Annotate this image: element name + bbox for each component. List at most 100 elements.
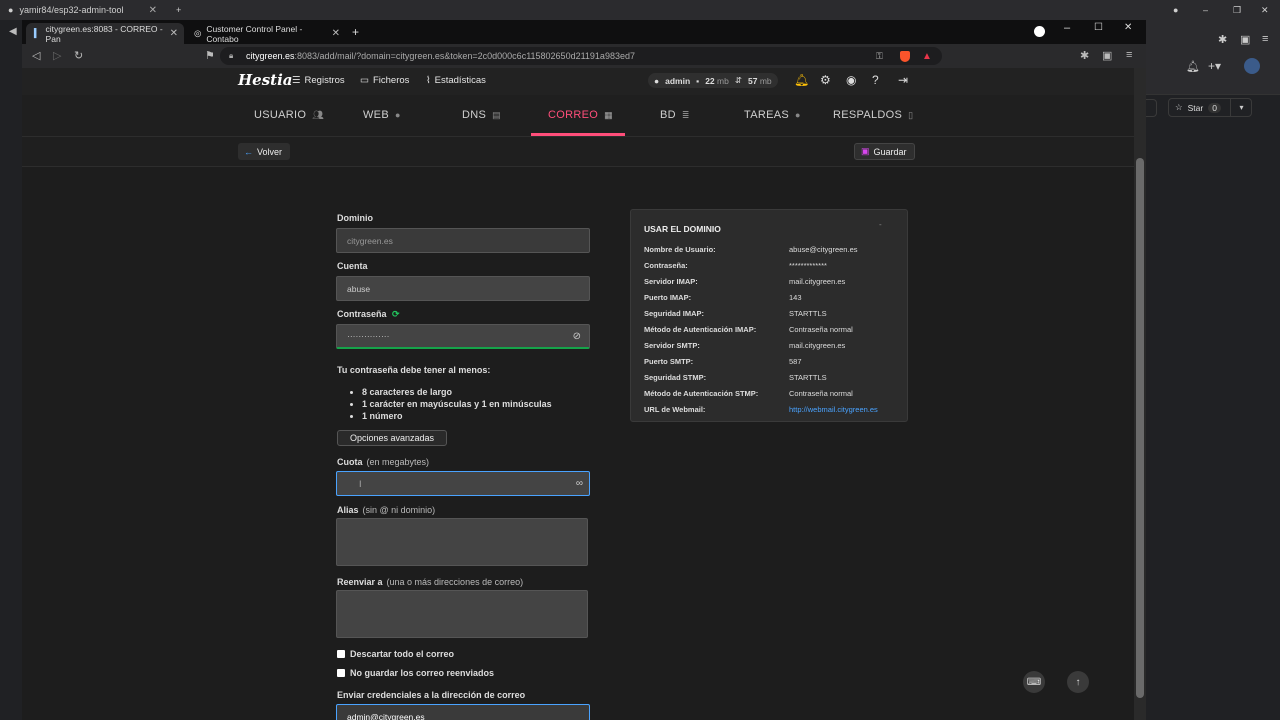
- extensions-icon[interactable]: ✱: [1218, 33, 1227, 46]
- tab-bd[interactable]: BD ≣: [660, 109, 690, 121]
- info-key: Método de Autenticación STMP:: [644, 389, 759, 398]
- folder-icon: ▭: [360, 75, 369, 86]
- info-value: Contraseña normal: [789, 325, 853, 334]
- menu-icon[interactable]: ≡: [1262, 33, 1268, 45]
- avatar[interactable]: [1244, 58, 1260, 74]
- outer-toolbar: ✱ ▣ ≡ 🔔︎ +▾: [1146, 20, 1280, 95]
- account-field[interactable]: abuse: [336, 276, 590, 301]
- tab-web[interactable]: WEB ●: [363, 109, 401, 121]
- lock-icon: 🔒︎: [229, 51, 234, 60]
- outer-tab-github[interactable]: ● yamir84/esp32-admin-tool ✕: [0, 0, 165, 20]
- info-key: Puerto IMAP:: [644, 293, 692, 302]
- quota-field[interactable]: I ∞: [336, 471, 590, 496]
- star-dropdown-button[interactable]: ▾: [1230, 98, 1252, 117]
- password-requirements-list: 8 caracteres de largo 1 carácter en mayú…: [362, 386, 552, 422]
- url-host: citygreen.es: [246, 51, 295, 61]
- back-button[interactable]: ← Volver: [238, 143, 290, 160]
- webmail-link[interactable]: http://webmail.citygreen.es: [789, 405, 878, 414]
- info-key: Método de Autenticación IMAP:: [644, 325, 757, 334]
- extensions-icon[interactable]: ✱: [1080, 49, 1089, 62]
- password-field[interactable]: ··············· ⊘: [336, 324, 590, 349]
- logout-icon[interactable]: ⇥: [898, 73, 908, 87]
- wallet-icon[interactable]: ▣: [1102, 49, 1112, 62]
- tab-correo[interactable]: ▍ citygreen.es:8083 - CORREO - Pan ✕: [26, 23, 184, 44]
- save-icon: ▣: [861, 146, 870, 156]
- mail-bulk-icon: ▦: [604, 109, 613, 120]
- requirement-item: 1 carácter en mayúsculas y 1 en minúscul…: [362, 398, 552, 410]
- forward-textarea[interactable]: [336, 590, 588, 638]
- scroll-top-button[interactable]: ↑: [1067, 671, 1089, 693]
- info-value: abuse@citygreen.es: [789, 245, 858, 254]
- nav-estadisticas[interactable]: ⌇ Estadísticas: [426, 75, 486, 86]
- unlimited-icon[interactable]: ∞: [576, 478, 583, 489]
- bandwidth-icon: ⇵: [734, 75, 742, 85]
- record-icon[interactable]: ●: [1165, 0, 1185, 20]
- back-icon[interactable]: ◁: [32, 49, 40, 62]
- brave-shield-icon[interactable]: [900, 50, 910, 62]
- tab-respaldos[interactable]: RESPALDOS ▯: [833, 109, 913, 121]
- bookmark-icon[interactable]: ⚑: [205, 49, 215, 62]
- reload-icon[interactable]: ↻: [74, 49, 83, 62]
- url-path: :8083/add/mail/?domain=citygreen.es&toke…: [294, 51, 635, 61]
- scrollbar-thumb[interactable]: [1136, 158, 1144, 698]
- close-icon[interactable]: ✕: [332, 28, 340, 39]
- close-window-button[interactable]: ✕: [1253, 0, 1273, 20]
- alias-label: Alias (sin @ ni dominio): [337, 505, 436, 515]
- gear-icon[interactable]: ⚙: [820, 73, 831, 87]
- key-icon[interactable]: ⚿: [876, 51, 883, 62]
- top-navbar: Hestia ☰ Registros ▭ Ficheros ⌇ Estadística…: [22, 68, 1134, 95]
- account-label: Cuenta: [337, 261, 368, 271]
- advanced-options-button[interactable]: Opciones avanzadas: [337, 430, 447, 446]
- minimize-button[interactable]: –: [1064, 22, 1070, 34]
- warning-icon[interactable]: ▲: [922, 51, 932, 62]
- help-icon[interactable]: ?: [872, 73, 879, 87]
- save-button[interactable]: ▣ Guardar: [854, 143, 915, 160]
- tab-dns[interactable]: DNS ▤: [462, 109, 501, 121]
- bell-icon[interactable]: 🔔︎: [794, 73, 809, 87]
- nav-registros[interactable]: ☰ Registros: [292, 75, 345, 86]
- eye-slash-icon[interactable]: ⊘: [573, 331, 581, 342]
- maximize-button[interactable]: ☐: [1094, 22, 1103, 33]
- record-icon[interactable]: [1034, 26, 1045, 37]
- info-value: mail.citygreen.es: [789, 277, 846, 286]
- info-key: Seguridad STMP:: [644, 373, 707, 382]
- plus-icon[interactable]: +▾: [1208, 59, 1221, 73]
- back-arrow-icon[interactable]: ◀: [9, 26, 17, 37]
- user-icon: ●: [654, 75, 660, 86]
- close-window-button[interactable]: ✕: [1124, 22, 1132, 33]
- minimize-button[interactable]: –: [1195, 0, 1215, 20]
- password-label-text: Contraseña: [337, 309, 387, 319]
- nav-ficheros[interactable]: ▭ Ficheros: [360, 75, 409, 86]
- domain-field[interactable]: citygreen.es: [336, 228, 590, 253]
- active-tab-indicator: [531, 133, 625, 136]
- tab-label: BD: [660, 109, 676, 121]
- close-icon[interactable]: ✕: [149, 5, 157, 16]
- tab-contabo[interactable]: ◎ Customer Control Panel - Contabo ✕: [186, 23, 346, 44]
- page-scrollbar[interactable]: [1134, 68, 1146, 720]
- info-key: Nombre de Usuario:: [644, 245, 716, 254]
- new-tab-button[interactable]: +: [168, 0, 188, 20]
- collapse-icon[interactable]: -: [879, 220, 882, 229]
- send-credentials-field[interactable]: admin@citygreen.es: [336, 704, 590, 720]
- page-content: Hestia ☰ Registros ▭ Ficheros ⌇ Estadística…: [22, 68, 1134, 720]
- nostore-checkbox[interactable]: [337, 669, 345, 677]
- nostore-label: No guardar los correo reenviados: [350, 668, 495, 678]
- tab-usuario[interactable]: USUARIO 👥︎: [254, 109, 324, 121]
- keyboard-shortcuts-button[interactable]: ⌨: [1023, 671, 1045, 693]
- discard-checkbox[interactable]: [337, 650, 345, 658]
- hestia-logo[interactable]: Hestia: [238, 71, 293, 89]
- address-bar[interactable]: 🔒︎ citygreen.es:8083/add/mail/?domain=ci…: [220, 47, 942, 65]
- menu-icon[interactable]: ≡: [1126, 49, 1132, 61]
- password-label: Contraseña ⟳: [337, 309, 400, 320]
- user-circle-icon[interactable]: ◉: [846, 73, 856, 87]
- tab-tareas[interactable]: TAREAS ●: [744, 109, 801, 121]
- bell-icon[interactable]: 🔔︎: [1186, 60, 1200, 73]
- forward-icon[interactable]: ▷: [53, 49, 61, 62]
- generate-password-icon[interactable]: ⟳: [392, 309, 400, 319]
- new-tab-button[interactable]: +: [352, 25, 359, 39]
- alias-textarea[interactable]: [336, 518, 588, 566]
- close-icon[interactable]: ✕: [170, 28, 178, 39]
- maximize-button[interactable]: ❐: [1225, 0, 1245, 20]
- tab-correo[interactable]: CORREO ▦: [548, 109, 613, 121]
- wallet-icon[interactable]: ▣: [1240, 33, 1250, 46]
